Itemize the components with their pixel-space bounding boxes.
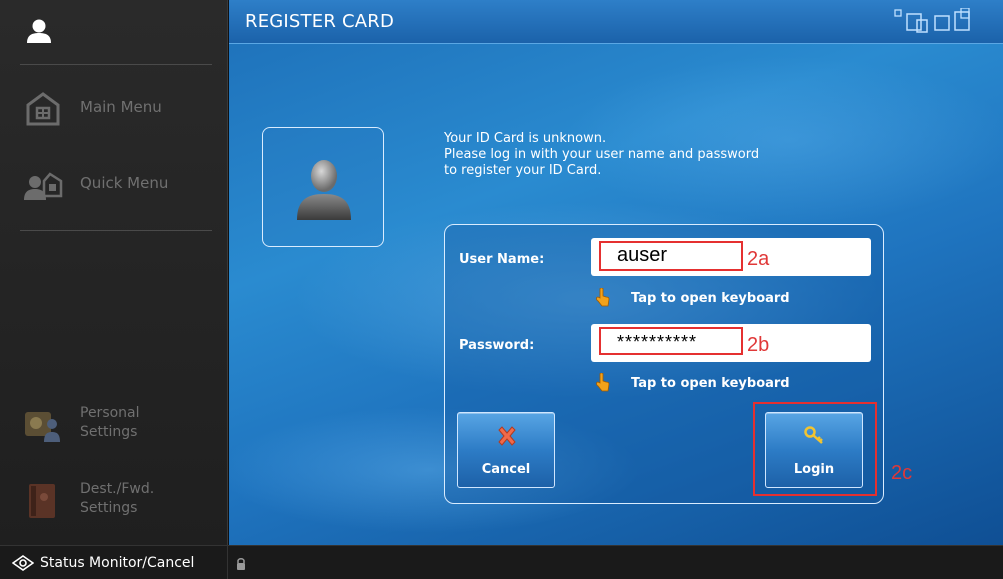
cancel-button[interactable]: Cancel: [457, 412, 555, 488]
address-book-icon: [29, 484, 55, 518]
sidebar-item-dest-fwd-settings[interactable]: Dest./Fwd. Settings: [22, 476, 222, 526]
annotation-label-2c: 2c: [891, 462, 913, 484]
username-keyboard-hint[interactable]: Tap to open keyboard: [595, 288, 845, 310]
avatar: [262, 127, 384, 247]
lock-icon: [237, 558, 245, 570]
cancel-button-label: Cancel: [481, 462, 531, 477]
sidebar: Main Menu Quick Menu Personal Settings D…: [0, 0, 228, 545]
status-monitor-icon: [12, 555, 34, 571]
password-keyboard-hint[interactable]: Tap to open keyboard: [595, 373, 845, 395]
main-panel: REGISTER CARD Your ID Card is unknown. P…: [229, 0, 1003, 545]
sidebar-item-label: Main Menu: [80, 98, 162, 116]
sidebar-item-main-menu[interactable]: Main Menu: [22, 84, 222, 134]
annotation-box-2a: [599, 241, 743, 271]
title-bar: REGISTER CARD: [229, 0, 1003, 44]
sidebar-item-label: Personal Settings: [80, 405, 140, 440]
unknown-card-message: Your ID Card is unknown. Please log in w…: [444, 131, 844, 179]
sidebar-item-label: Dest./Fwd. Settings: [80, 481, 155, 516]
close-icon: [498, 426, 516, 446]
screen-layout-icon[interactable]: [893, 8, 997, 36]
sidebar-divider: [20, 230, 212, 231]
quick-menu-icon: [24, 172, 63, 200]
status-bar: Status Monitor/Cancel: [0, 545, 1003, 579]
pointing-hand-icon: [596, 288, 610, 307]
login-panel: User Name: auser 2a Tap to open keyboard…: [444, 224, 884, 504]
annotation-box-2c: [753, 402, 877, 496]
user-login-button[interactable]: [0, 0, 228, 64]
annotation-box-2b: [599, 327, 743, 355]
username-label: User Name:: [459, 252, 545, 267]
keyboard-hint-label: Tap to open keyboard: [631, 291, 790, 306]
sidebar-item-personal-settings[interactable]: Personal Settings: [22, 400, 222, 450]
message-line: to register your ID Card.: [444, 163, 602, 178]
sidebar-divider: [20, 64, 212, 65]
password-label: Password:: [459, 338, 535, 353]
message-line: Please log in with your user name and pa…: [444, 147, 760, 162]
annotation-label-2b: 2b: [747, 334, 770, 356]
person-silhouette-icon: [297, 160, 351, 220]
keyboard-hint-label: Tap to open keyboard: [631, 376, 790, 391]
sidebar-item-label: Quick Menu: [80, 174, 169, 192]
annotation-label-2a: 2a: [747, 248, 770, 270]
pointing-hand-icon: [596, 373, 610, 392]
personal-settings-icon: [25, 412, 60, 442]
sidebar-item-quick-menu[interactable]: Quick Menu: [22, 160, 222, 210]
user-icon: [27, 19, 51, 43]
home-icon: [26, 92, 60, 126]
status-monitor-button[interactable]: Status Monitor/Cancel: [0, 546, 228, 579]
message-line: Your ID Card is unknown.: [444, 131, 607, 146]
status-monitor-label: Status Monitor/Cancel: [40, 555, 195, 571]
page-title: REGISTER CARD: [245, 11, 395, 32]
